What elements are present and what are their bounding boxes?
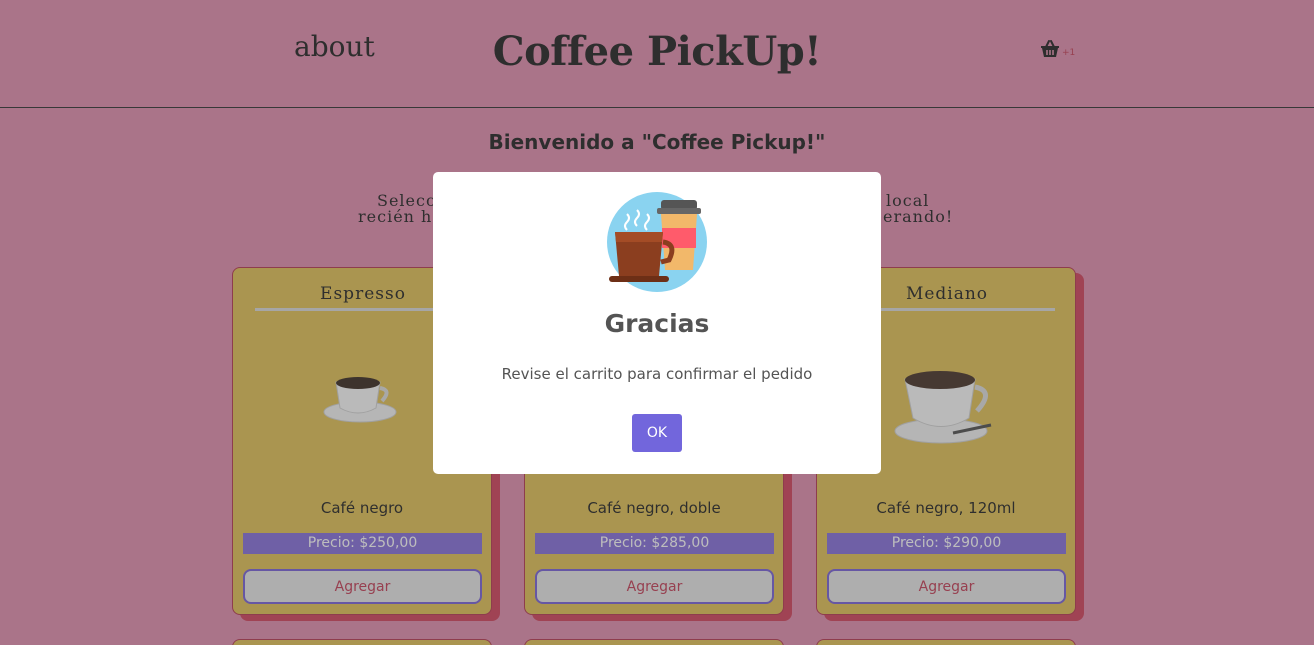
thank-you-dialog: Gracias Revise el carrito para confirmar…: [433, 172, 881, 474]
dialog-message: Revise el carrito para confirmar el pedi…: [501, 365, 813, 383]
ok-button[interactable]: OK: [632, 414, 682, 452]
dialog-title: Gracias: [604, 309, 710, 338]
coffee-cups-icon: [607, 192, 707, 292]
